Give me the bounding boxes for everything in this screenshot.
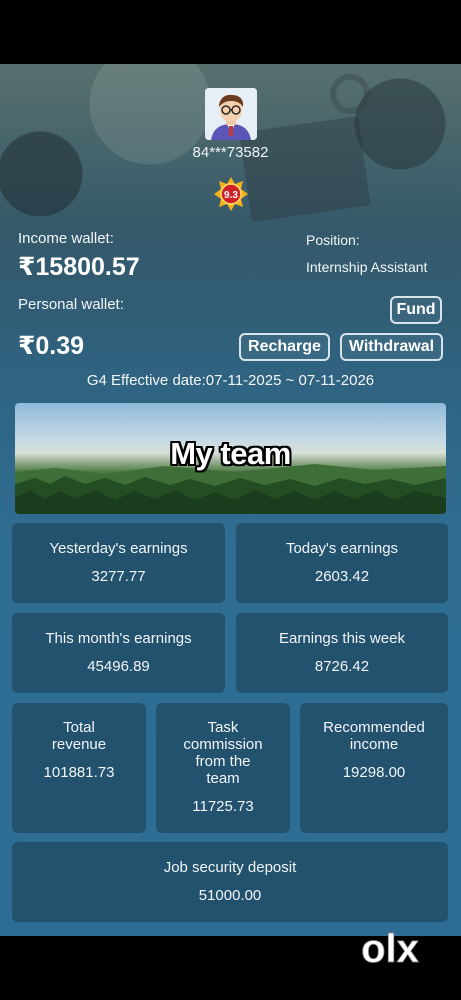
week-earnings-value: 8726.42 <box>314 658 370 675</box>
recharge-button[interactable]: Recharge <box>239 333 330 361</box>
income-wallet-label: Income wallet: <box>18 230 114 247</box>
personal-wallet-amount: ₹0.39 <box>18 332 85 360</box>
job-security-deposit-title: Job security deposit <box>163 859 297 876</box>
month-earnings-title: This month's earnings <box>45 630 192 647</box>
total-revenue-value: 101881.73 <box>43 764 115 781</box>
olx-watermark-text: olx <box>361 928 419 970</box>
income-wallet-amount: ₹15800.57 <box>18 253 140 281</box>
effective-date-text: G4 Effective date:07-11-2025 ~ 07-11-202… <box>86 372 375 389</box>
recommended-income-card: Recommended income 19298.00 <box>300 703 448 833</box>
withdrawal-button[interactable]: Withdrawal <box>340 333 443 361</box>
position-value: Internship Assistant <box>306 259 428 275</box>
task-commission-title-line4: team <box>206 770 240 787</box>
recommended-income-title-line2: income <box>349 736 399 753</box>
star-badge-icon: 9.3 <box>214 177 248 211</box>
hero-clapperboard-decoration <box>239 116 371 222</box>
job-security-deposit-card: Job security deposit 51000.00 <box>12 842 448 922</box>
total-revenue-title-line1: Total <box>63 719 95 736</box>
level-badge: 9.3 <box>213 176 249 212</box>
today-earnings-value: 2603.42 <box>314 568 370 585</box>
recommended-income-title-line1: Recommended <box>323 719 425 736</box>
yesterday-earnings-value: 3277.77 <box>91 568 146 585</box>
hero-reel-decoration <box>330 74 370 114</box>
recommended-income-value: 19298.00 <box>342 764 406 781</box>
total-revenue-title-line2: revenue <box>51 736 107 753</box>
week-earnings-title: Earnings this week <box>279 630 405 647</box>
task-commission-card: Task commission from the team 11725.73 <box>156 703 290 833</box>
today-earnings-title: Today's earnings <box>285 540 399 557</box>
today-earnings-card: Today's earnings 2603.42 <box>236 523 448 603</box>
month-earnings-card: This month's earnings 45496.89 <box>12 613 225 693</box>
my-team-banner[interactable]: My team <box>15 403 446 514</box>
yesterday-earnings-title: Yesterday's earnings <box>49 540 188 557</box>
screen: 84***73582 9.3 Income wallet: ₹15800.57 … <box>0 64 461 936</box>
avatar[interactable] <box>205 88 257 140</box>
position-label: Position: <box>306 232 360 248</box>
total-revenue-card: Total revenue 101881.73 <box>12 703 146 833</box>
user-id: 84***73582 <box>192 144 269 161</box>
user-avatar-icon <box>205 88 257 140</box>
level-value: 9.3 <box>224 190 238 201</box>
task-commission-title-line1: Task <box>207 719 239 736</box>
task-commission-title-line2: commission <box>183 736 263 753</box>
task-commission-title-line3: from the <box>195 753 251 770</box>
job-security-deposit-value: 51000.00 <box>198 887 262 904</box>
olx-watermark-logo: olx <box>361 928 420 970</box>
week-earnings-card: Earnings this week 8726.42 <box>236 613 448 693</box>
task-commission-value: 11725.73 <box>192 798 254 815</box>
fund-button[interactable]: Fund <box>390 296 442 324</box>
personal-wallet-label: Personal wallet: <box>18 296 124 313</box>
banner-title: My team <box>170 436 291 471</box>
month-earnings-value: 45496.89 <box>87 658 150 675</box>
yesterday-earnings-card: Yesterday's earnings 3277.77 <box>12 523 225 603</box>
